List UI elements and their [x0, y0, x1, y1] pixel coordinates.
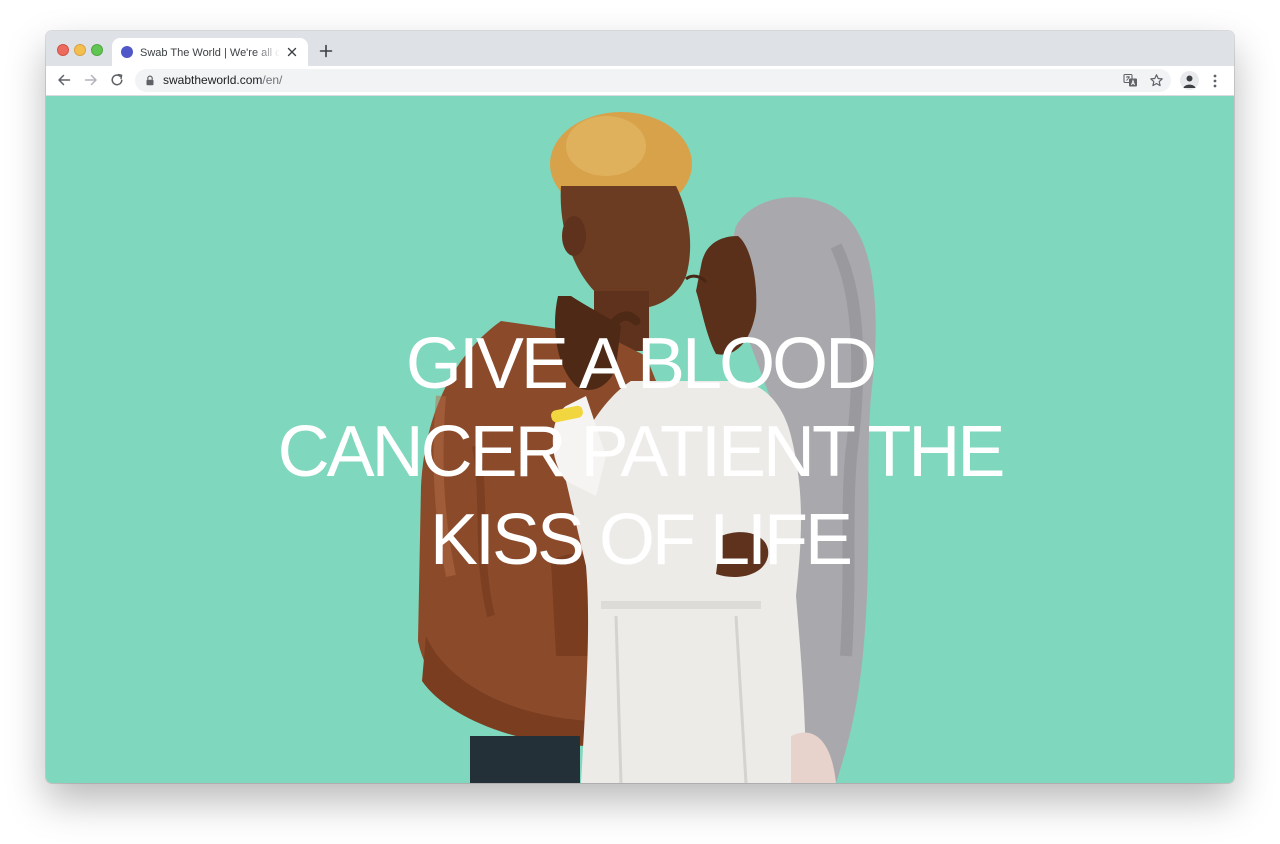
- url-path: /en/: [262, 73, 283, 87]
- plus-icon[interactable]: [318, 43, 334, 59]
- arrow-right-icon[interactable]: [83, 72, 99, 88]
- kebab-menu-icon[interactable]: [1209, 73, 1221, 89]
- close-icon[interactable]: [285, 45, 299, 59]
- url-host: swabtheworld.com: [163, 73, 263, 87]
- headline-line: KISS OF LIFE: [429, 500, 853, 580]
- site-favicon-icon: [121, 46, 133, 58]
- tab-strip: Swab The World | We're all created equal: [46, 31, 1234, 66]
- hero-headline: GIVE A BLOOD CANCER PATIENT THE KISS OF …: [140, 320, 1140, 584]
- window-zoom-button[interactable]: [91, 44, 103, 56]
- headline-line: GIVE A BLOOD: [405, 324, 877, 404]
- avatar[interactable]: [1180, 71, 1199, 90]
- browser-tab[interactable]: Swab The World | We're all created equal: [112, 38, 308, 66]
- page-viewport: GIVE A BLOOD CANCER PATIENT THE KISS OF …: [46, 96, 1234, 783]
- reload-icon[interactable]: [109, 72, 125, 88]
- window-close-button[interactable]: [57, 44, 69, 56]
- address-bar[interactable]: swabtheworld.com/en/: [135, 69, 1171, 92]
- browser-toolbar: swabtheworld.com/en/: [46, 66, 1234, 96]
- profile-icon: [1183, 75, 1196, 88]
- window-minimize-button[interactable]: [74, 44, 86, 56]
- star-icon[interactable]: [1149, 73, 1164, 88]
- headline-line: CANCER PATIENT THE: [277, 412, 1006, 492]
- arrow-left-icon[interactable]: [56, 72, 72, 88]
- lock-icon[interactable]: [145, 75, 155, 86]
- browser-window: Swab The World | We're all created equal…: [46, 31, 1234, 783]
- url-text[interactable]: swabtheworld.com/en/: [163, 73, 282, 88]
- tab-title: Swab The World | We're all created equal: [140, 47, 280, 59]
- translate-icon[interactable]: [1123, 73, 1138, 88]
